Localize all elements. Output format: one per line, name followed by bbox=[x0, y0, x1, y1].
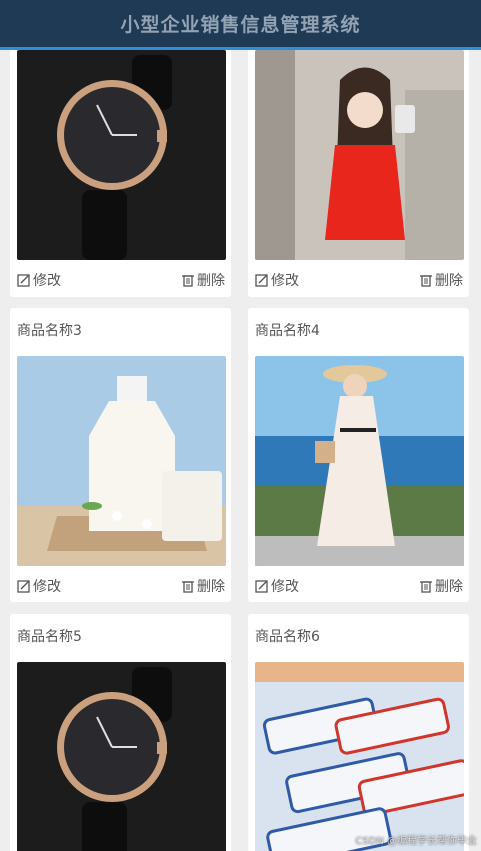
candy-image-icon bbox=[255, 662, 464, 851]
product-image[interactable] bbox=[17, 356, 226, 566]
edit-label: 修改 bbox=[33, 273, 61, 289]
product-name: 商品名称3 bbox=[17, 323, 82, 339]
product-image[interactable] bbox=[255, 662, 464, 851]
edit-button[interactable]: 修改 bbox=[255, 576, 299, 596]
trash-icon bbox=[420, 275, 432, 287]
product-card: 商品名称5 bbox=[10, 614, 231, 851]
card-actions: 修改 删除 bbox=[248, 576, 469, 596]
product-image[interactable] bbox=[255, 50, 464, 260]
product-card: 商品名称4 修改 删除 bbox=[248, 308, 469, 602]
app-root: 修改 删除 修改 删除 商品名称3 修改 删除 商品名称4 修改 删除 商品名称… bbox=[0, 0, 481, 851]
product-card: 商品名称3 修改 删除 bbox=[10, 308, 231, 602]
product-image[interactable] bbox=[17, 662, 226, 851]
trash-icon bbox=[420, 581, 432, 593]
app-header: 小型企业销售信息管理系统 bbox=[0, 0, 481, 50]
product-name: 商品名称6 bbox=[255, 629, 320, 645]
beach-dress-woman-image-icon bbox=[255, 356, 464, 566]
trash-icon bbox=[182, 275, 194, 287]
watch-image-icon bbox=[17, 50, 226, 260]
delete-button[interactable]: 删除 bbox=[181, 270, 225, 290]
card-actions: 修改 删除 bbox=[10, 270, 231, 290]
edit-icon bbox=[255, 580, 268, 593]
product-name: 商品名称4 bbox=[255, 323, 320, 339]
edit-button[interactable]: 修改 bbox=[17, 576, 61, 596]
red-top-woman-image-icon bbox=[255, 50, 464, 260]
delete-label: 删除 bbox=[197, 273, 225, 289]
edit-icon bbox=[17, 580, 30, 593]
card-actions: 修改 删除 bbox=[10, 576, 231, 596]
edit-icon bbox=[255, 274, 268, 287]
delete-button[interactable]: 删除 bbox=[181, 576, 225, 596]
card-actions: 修改 删除 bbox=[248, 270, 469, 290]
delete-button[interactable]: 删除 bbox=[419, 270, 463, 290]
watermark: CSDN @编程学长帮你毕业 bbox=[355, 836, 477, 847]
product-grid: 修改 删除 修改 删除 商品名称3 修改 删除 商品名称4 修改 删除 商品名称… bbox=[0, 0, 481, 851]
product-image[interactable] bbox=[17, 50, 226, 260]
app-title: 小型企业销售信息管理系统 bbox=[120, 14, 361, 36]
edit-button[interactable]: 修改 bbox=[255, 270, 299, 290]
product-name: 商品名称5 bbox=[17, 629, 82, 645]
product-image[interactable] bbox=[255, 356, 464, 566]
edit-label: 修改 bbox=[271, 273, 299, 289]
milk-image-icon bbox=[17, 356, 226, 566]
edit-icon bbox=[17, 274, 30, 287]
delete-button[interactable]: 删除 bbox=[419, 576, 463, 596]
product-card: 商品名称6 bbox=[248, 614, 469, 851]
edit-button[interactable]: 修改 bbox=[17, 270, 61, 290]
edit-label: 修改 bbox=[271, 579, 299, 595]
delete-label: 删除 bbox=[435, 579, 463, 595]
trash-icon bbox=[182, 581, 194, 593]
watch-image-icon bbox=[17, 662, 226, 851]
edit-label: 修改 bbox=[33, 579, 61, 595]
delete-label: 删除 bbox=[197, 579, 225, 595]
delete-label: 删除 bbox=[435, 273, 463, 289]
